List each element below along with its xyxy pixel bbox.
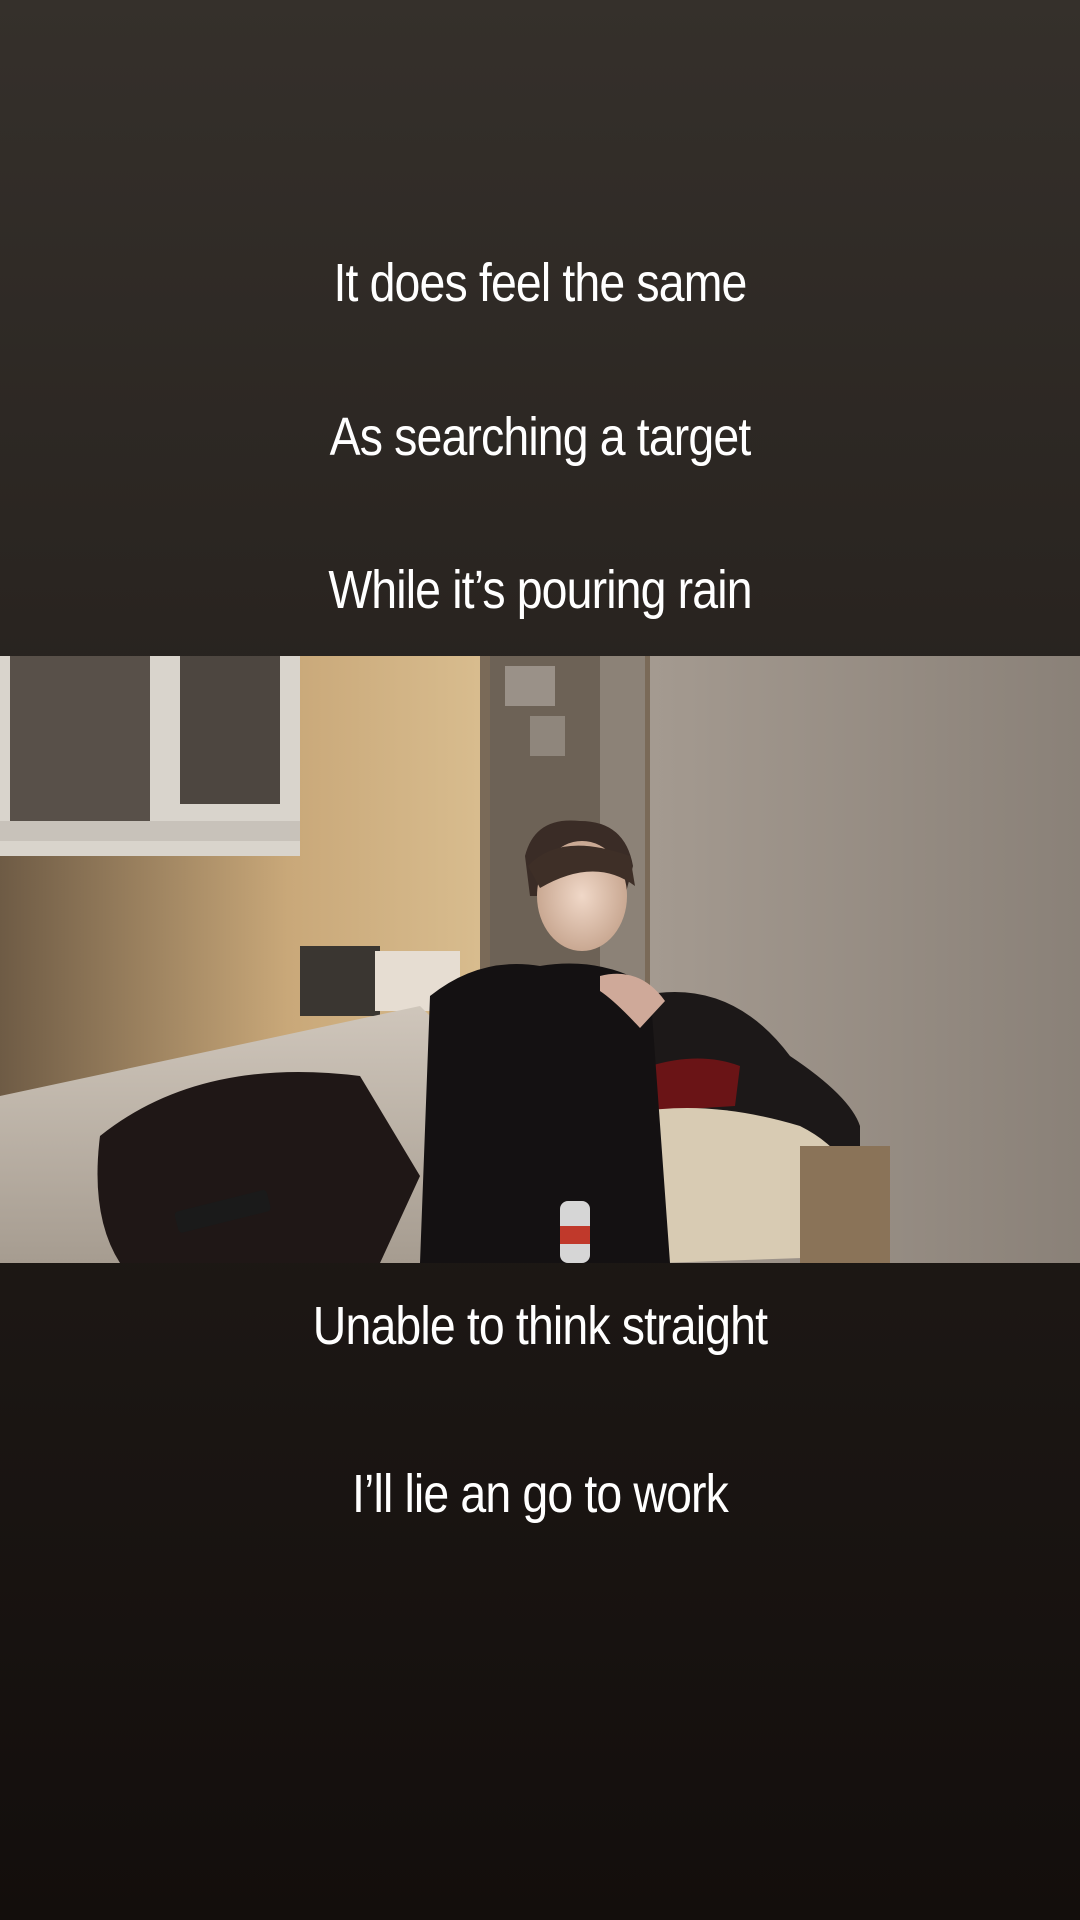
lyric-line-5: I’ll lie an go to work [351, 1464, 729, 1524]
lyric-line-4: Unable to think straight [312, 1296, 768, 1356]
lyric-line-1: It does feel the same [333, 253, 747, 313]
lyric-line-3: While it’s pouring rain [328, 560, 752, 620]
lyric-line-2: As searching a target [329, 407, 752, 467]
room-photo [0, 656, 1080, 1263]
